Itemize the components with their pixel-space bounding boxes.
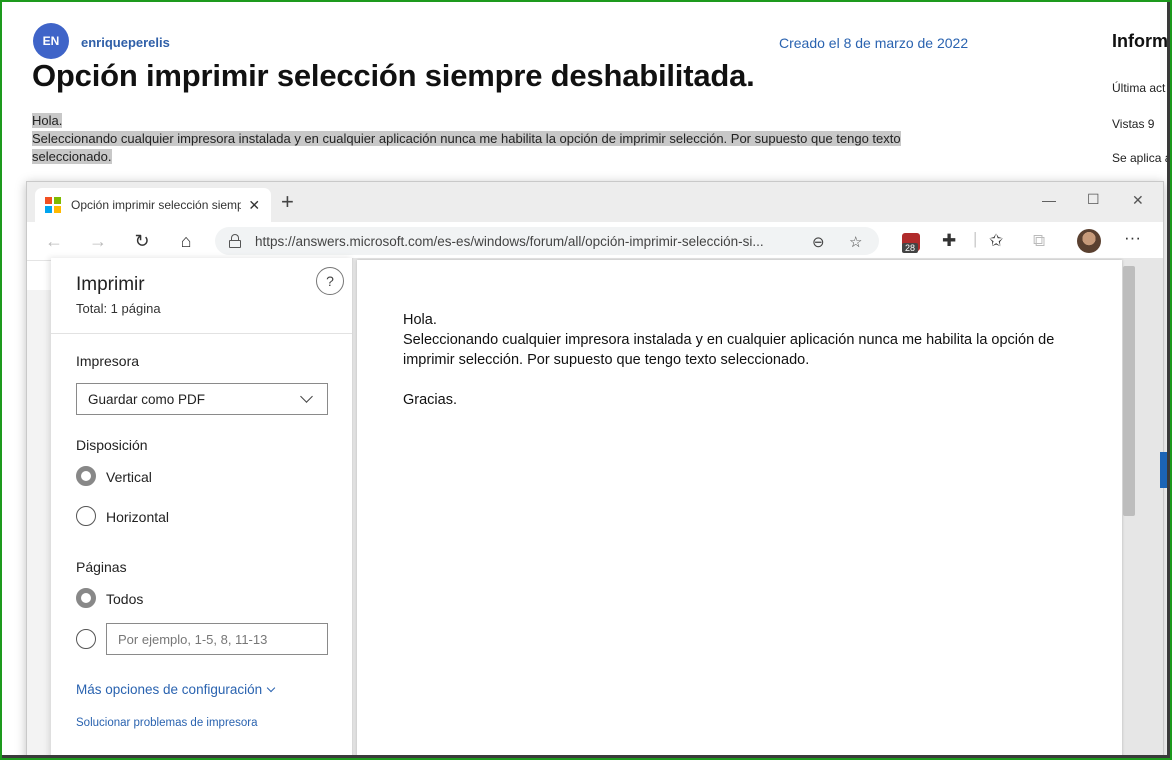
print-title: Imprimir [76, 274, 145, 295]
background-page-button [1160, 452, 1172, 488]
layout-horizontal-label[interactable]: Horizontal [106, 509, 169, 525]
post-body-line: Hola. [32, 113, 63, 128]
frame-shadow [2, 755, 1170, 758]
refresh-icon[interactable]: ↻ [131, 231, 153, 251]
printer-label: Impresora [76, 353, 140, 369]
url-field[interactable]: https://answers.microsoft.com/es-es/wind… [215, 227, 879, 255]
forward-icon[interactable]: → [87, 231, 109, 251]
minimize-icon[interactable]: — [1042, 192, 1056, 208]
print-settings-panel: Imprimir Total: 1 página ? Impresora Gua… [51, 258, 353, 760]
tab-strip: Opción imprimir selección siemp ✕ + — ☐ … [27, 182, 1163, 222]
pages-label: Páginas [76, 559, 127, 575]
layout-label: Disposición [76, 437, 148, 453]
browser-window: Opción imprimir selección siemp ✕ + — ☐ … [26, 181, 1164, 760]
back-icon[interactable]: ← [43, 231, 65, 251]
separator: | [973, 229, 978, 248]
extensions-puzzle-icon[interactable]: ✚ [942, 231, 956, 251]
frame-shadow [1167, 2, 1170, 758]
chevron-down-icon [300, 390, 313, 403]
preview-line: Hola. [403, 312, 437, 328]
preview-scrollbar[interactable] [1123, 266, 1135, 516]
preview-line: Gracias. [403, 392, 457, 408]
extension-count-badge: 28 [902, 243, 919, 253]
more-menu-icon[interactable]: ··· [1124, 228, 1141, 248]
microsoft-logo-icon [45, 197, 61, 213]
printer-select[interactable]: Guardar como PDF [76, 383, 328, 415]
layout-horizontal-radio[interactable] [76, 506, 96, 526]
created-date: Creado el 8 de marzo de 2022 [779, 35, 969, 51]
close-window-icon[interactable]: ✕ [1132, 192, 1144, 209]
pages-all-radio[interactable] [76, 588, 96, 608]
zoom-icon[interactable]: ⊖ [812, 233, 825, 251]
chevron-down-icon [266, 683, 276, 693]
browser-tab[interactable]: Opción imprimir selección siemp ✕ [35, 188, 271, 222]
collections-icon[interactable]: ⧉ [1033, 231, 1045, 251]
preview-text: Hola. Seleccionando cualquier impresora … [403, 310, 1093, 410]
url-text: https://answers.microsoft.com/es-es/wind… [255, 233, 764, 249]
side-views: Vistas 9 [1112, 117, 1155, 131]
layout-vertical-label[interactable]: Vertical [106, 469, 152, 485]
preview-line: Seleccionando cualquier impresora instal… [403, 332, 1055, 368]
page-title: Opción imprimir selección siempre deshab… [32, 58, 755, 93]
layout-vertical-radio[interactable] [76, 466, 96, 486]
post-body-line: Seleccionando cualquier impresora instal… [32, 131, 901, 146]
more-settings-link[interactable]: Más opciones de configuración [76, 682, 276, 697]
more-settings-label: Más opciones de configuración [76, 682, 263, 697]
profile-avatar[interactable] [1077, 229, 1101, 253]
print-total-pages: Total: 1 página [76, 301, 161, 316]
home-icon[interactable]: ⌂ [175, 231, 197, 251]
pages-all-label[interactable]: Todos [106, 591, 143, 607]
pages-custom-radio[interactable] [76, 629, 96, 649]
preview-page: Hola. Seleccionando cualquier impresora … [357, 260, 1122, 760]
lock-icon[interactable] [229, 234, 241, 248]
troubleshoot-printer-link[interactable]: Solucionar problemas de impresora [76, 717, 258, 729]
printer-select-value: Guardar como PDF [88, 391, 206, 407]
help-button[interactable]: ? [316, 267, 344, 295]
add-favorite-icon[interactable]: ☆ [849, 233, 862, 251]
divider [51, 333, 352, 334]
maximize-icon[interactable]: ☐ [1087, 191, 1100, 208]
side-info-title: Informa [1112, 31, 1172, 51]
post-body: Hola. Seleccionando cualquier impresora … [32, 112, 937, 166]
address-bar: ← → ↻ ⌂ https://answers.microsoft.com/es… [27, 222, 1163, 260]
tab-title: Opción imprimir selección siemp [71, 198, 242, 212]
new-tab-icon[interactable]: + [281, 191, 294, 213]
username-link[interactable]: enriqueperelis [81, 35, 170, 50]
avatar[interactable]: EN [33, 23, 69, 59]
pages-range-input[interactable]: Por ejemplo, 1-5, 8, 11-13 [106, 623, 328, 655]
close-tab-icon[interactable]: ✕ [247, 197, 261, 214]
side-applies-to: Se aplica a [1112, 151, 1172, 165]
post-body-line: seleccionado. [32, 149, 112, 164]
favorites-icon[interactable]: ✩ [989, 231, 1003, 251]
side-last-activity: Última act [1112, 81, 1166, 95]
